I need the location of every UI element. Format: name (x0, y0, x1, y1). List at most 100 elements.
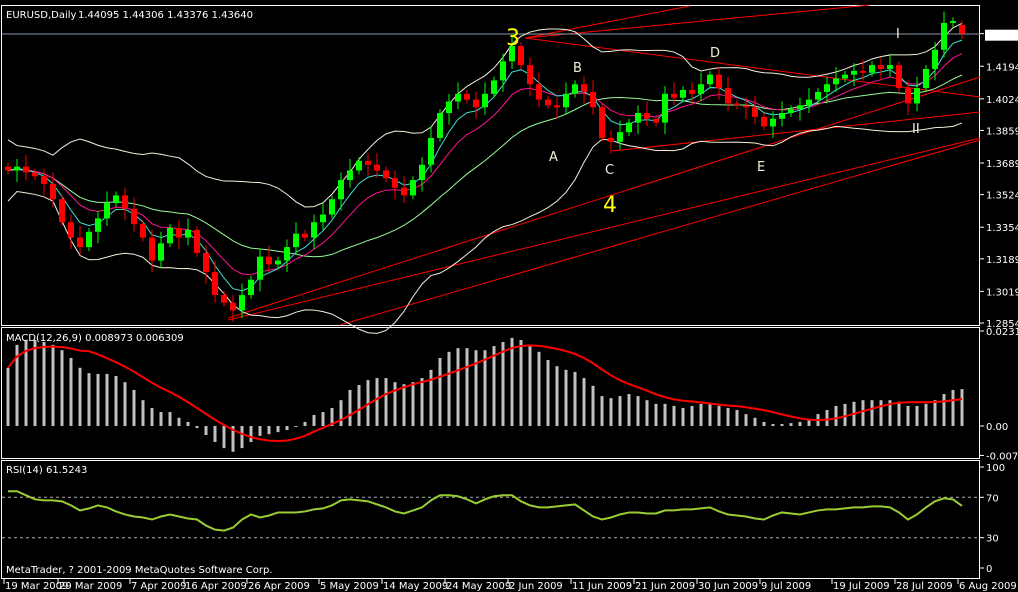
candle (725, 76, 731, 112)
date-label: 6 Aug 2009 (959, 581, 1017, 592)
candle (374, 153, 380, 179)
candle (140, 220, 146, 242)
macd-bar (681, 407, 685, 426)
candle (86, 227, 92, 251)
candle-body (833, 78, 839, 85)
candle-body (680, 90, 686, 98)
macd-tick-label: 0.00 (986, 422, 1008, 433)
candle-body (356, 160, 362, 171)
date-label: 14 May 2009 (383, 581, 448, 592)
bollinger-upper (7, 22, 963, 208)
trendline-base[interactable] (339, 139, 981, 326)
macd-title: MACD(12,26,9) 0.008973 0.006309 (6, 333, 184, 344)
candle (662, 86, 668, 135)
price-tick-label: 1.41940 (986, 62, 1018, 73)
macd-bar (105, 373, 109, 426)
macd-bar (96, 373, 100, 426)
candle-body (500, 61, 506, 81)
macd-bar (429, 369, 433, 426)
macd-bar (870, 400, 874, 426)
candle (248, 275, 254, 299)
candle-body (698, 84, 704, 94)
macd-bar (672, 405, 676, 426)
macd-bar (618, 396, 622, 426)
trendlines[interactable] (227, 4, 981, 326)
macd-bar (375, 378, 379, 426)
candle-body (464, 93, 470, 100)
candle-body (131, 208, 137, 225)
candle (599, 103, 605, 142)
candle (59, 195, 65, 227)
candle-body (779, 113, 785, 119)
candle-body (914, 88, 920, 104)
date-label: 26 Apr 2009 (248, 581, 310, 592)
rsi-panel (2, 490, 980, 539)
macd-bar (762, 421, 766, 426)
candle (176, 220, 182, 250)
wave-label-a: A (549, 150, 558, 165)
macd-bar (195, 426, 199, 429)
candle-body (851, 70, 857, 75)
trendline-lower[interactable] (227, 137, 981, 321)
macd-bar (528, 346, 532, 426)
candle-body (644, 113, 650, 119)
main-panel-frame (1, 5, 980, 326)
candle (527, 57, 533, 96)
candle-body (221, 295, 227, 303)
macd-bar (348, 389, 352, 426)
candle-body (149, 237, 155, 261)
candle-body (590, 91, 596, 108)
candle (122, 187, 128, 221)
macd-bar (159, 412, 163, 426)
macd-bar (645, 400, 649, 426)
candle (95, 210, 101, 244)
macd-bar (825, 410, 829, 426)
macd-bar (222, 426, 226, 449)
fan-line-2[interactable] (524, 5, 691, 39)
rsi-title: RSI(14) 61.5243 (6, 465, 87, 476)
candle (347, 158, 353, 188)
candle (437, 109, 443, 142)
candle-body (32, 172, 38, 177)
macd-bar (267, 426, 271, 435)
macd-bar (924, 403, 928, 426)
macd-bar (177, 417, 181, 426)
date-label: 29 Mar 2009 (59, 581, 122, 592)
macd-bar (42, 341, 46, 426)
candle-body (14, 166, 20, 171)
candle-body (95, 218, 101, 232)
macd-bar (942, 394, 946, 426)
candle-body (446, 101, 452, 114)
date-label: 2 Jun 2009 (509, 581, 563, 592)
candle (77, 226, 83, 255)
macd-bar (744, 414, 748, 426)
candle-body (284, 247, 290, 261)
macd-bar (960, 389, 964, 426)
price-tick-label: 1.40240 (986, 95, 1018, 106)
macd-bar (789, 423, 793, 426)
candle (734, 99, 740, 110)
date-label: 21 Jun 2009 (635, 581, 695, 592)
candle-body (860, 70, 866, 73)
candle-body (365, 160, 371, 165)
metatrader-chart[interactable]: 1.43640 1.41940 1.40240 1.38590 1.36890 1.352… (0, 0, 1018, 592)
candle-body (599, 107, 605, 138)
candle (257, 249, 263, 292)
macd-bar (699, 403, 703, 426)
candle-body (113, 195, 119, 204)
macd-bar (780, 423, 784, 426)
candle-body (932, 49, 938, 69)
candle-body (41, 176, 47, 184)
candle (401, 176, 407, 204)
macd-bar (303, 421, 307, 426)
candle-body (734, 103, 740, 106)
candle (815, 88, 821, 104)
candle (32, 168, 38, 181)
candle-body (239, 295, 245, 311)
candle-body (806, 99, 812, 106)
rsi-tick-label: 70 (986, 493, 999, 504)
price-tick-label: 1.38590 (986, 126, 1018, 137)
candle-body (347, 170, 353, 181)
macd-bar (249, 426, 253, 442)
candle (626, 118, 632, 136)
